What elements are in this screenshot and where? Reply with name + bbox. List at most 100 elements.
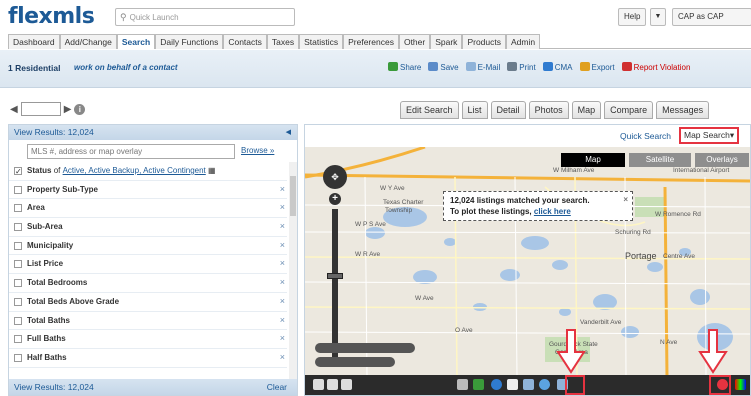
work-on-behalf-link[interactable]: work on behalf of a contact <box>74 63 178 72</box>
action-label: CMA <box>554 63 573 72</box>
criteria-item-half-baths[interactable]: Half Baths × <box>9 349 287 368</box>
print-action[interactable]: Print <box>507 62 536 72</box>
map-canvas[interactable]: Map Satellite Overlays W Milham Ave Inte… <box>305 147 750 377</box>
view-tab-compare[interactable]: Compare <box>604 101 654 119</box>
arrow-left-icon[interactable] <box>313 379 324 390</box>
remove-criteria-icon[interactable]: × <box>280 315 285 325</box>
browse-link[interactable]: Browse » <box>241 146 274 155</box>
criteria-item-property-sub-type[interactable]: Property Sub-Type × <box>9 181 287 200</box>
view-tab-list[interactable]: List <box>461 101 488 119</box>
criteria-item-total-bedrooms[interactable]: Total Bedrooms × <box>9 274 287 293</box>
nav-tab-taxes[interactable]: Taxes <box>266 34 300 49</box>
page-input[interactable] <box>20 102 61 116</box>
nav-tab-add-change[interactable]: Add/Change <box>59 34 117 49</box>
remove-criteria-icon[interactable]: × <box>280 333 285 343</box>
remove-criteria-icon[interactable]: × <box>280 184 285 194</box>
criteria-checkbox[interactable] <box>14 241 22 250</box>
nav-tab-contacts[interactable]: Contacts <box>223 34 267 49</box>
remove-criteria-icon[interactable]: × <box>280 296 285 306</box>
chevron-left-icon[interactable]: ◀ <box>10 104 18 115</box>
criteria-checkbox[interactable] <box>14 335 22 344</box>
criteria-search-row: MLS #, address or map overlay Browse » <box>9 140 297 162</box>
criteria-checkbox[interactable] <box>14 223 22 232</box>
criteria-checkbox[interactable] <box>14 353 22 362</box>
criteria-checkbox[interactable] <box>14 260 22 269</box>
map-search-dropdown[interactable]: Map Search▾ <box>679 127 740 144</box>
map-header: Quick Search Map Search▾ <box>305 125 750 147</box>
remove-criteria-icon[interactable]: × <box>280 258 285 268</box>
save-action[interactable]: Save <box>428 62 459 72</box>
remove-criteria-icon[interactable]: × <box>280 277 285 287</box>
nav-tab-products[interactable]: Products <box>462 34 506 49</box>
arrow-right-icon[interactable] <box>341 379 352 390</box>
flexmls-logo[interactable]: flexmls <box>8 4 95 29</box>
chevron-down-icon[interactable]: ▼ <box>650 8 666 26</box>
rectangle-icon[interactable] <box>523 379 534 390</box>
expand-icon[interactable] <box>327 379 338 390</box>
circle-draw-icon[interactable] <box>539 379 550 390</box>
action-links: Share Save E-Mail Print CMA Export Report Viol… <box>388 62 690 72</box>
criteria-item-total-baths[interactable]: Total Baths × <box>9 312 287 331</box>
calendar-icon[interactable]: ▦ <box>208 166 216 175</box>
nav-tab-spark[interactable]: Spark <box>430 34 463 49</box>
nav-tab-dashboard[interactable]: Dashboard <box>8 34 60 49</box>
criteria-label: Sub-Area <box>27 222 63 232</box>
status-values-link[interactable]: Active, Active Backup, Active Contingent <box>63 166 206 175</box>
criteria-item-status[interactable]: ✓ Status of Active, Active Backup, Active… <box>9 162 287 181</box>
remove-criteria-icon[interactable]: × <box>280 221 285 231</box>
criteria-item-list-price[interactable]: List Price × <box>9 255 287 275</box>
info-icon[interactable]: i <box>74 103 86 115</box>
nav-tab-daily-functions[interactable]: Daily Functions <box>155 34 224 49</box>
view-tab-edit-search[interactable]: Edit Search <box>400 101 459 119</box>
report-violation-action[interactable]: Report Violation <box>621 62 690 72</box>
search-criteria-panel: View Results: 12,024 ◀ MLS #, address or… <box>8 124 298 396</box>
user-menu-button[interactable]: CAP as CAP <box>672 8 751 26</box>
help-button[interactable]: Help <box>618 8 647 26</box>
nav-tab-search[interactable]: Search <box>116 34 156 49</box>
criteria-item-total-beds-above-grade[interactable]: Total Beds Above Grade × <box>9 293 287 312</box>
mls-search-input[interactable]: MLS #, address or map overlay <box>27 144 235 159</box>
status-checkbox[interactable]: ✓ <box>14 167 22 176</box>
cma-action[interactable]: CMA <box>542 62 573 72</box>
view-tab-map[interactable]: Map <box>571 101 602 119</box>
criteria-checkbox[interactable] <box>14 185 22 194</box>
share-action[interactable]: Share <box>388 62 421 72</box>
color-icon[interactable] <box>735 379 746 390</box>
clear-link[interactable]: Clear <box>267 379 287 395</box>
criteria-item-municipality[interactable]: Municipality × <box>9 237 287 256</box>
remove-criteria-icon[interactable]: × <box>280 202 285 212</box>
view-tab-messages[interactable]: Messages <box>656 101 710 119</box>
criteria-checkbox[interactable] <box>14 297 22 306</box>
remove-criteria-icon[interactable]: × <box>280 352 285 362</box>
scroll-thumb[interactable] <box>290 176 296 216</box>
layers-icon[interactable] <box>457 379 468 390</box>
quick-launch-input[interactable]: ⚲ Quick Launch <box>115 8 295 26</box>
collapse-arrow-icon[interactable]: ◀ <box>286 125 291 140</box>
view-tab-photos[interactable]: Photos <box>528 101 569 119</box>
quick-search-link[interactable]: Quick Search <box>620 131 671 141</box>
chevron-right-icon[interactable]: ▶ <box>64 104 72 115</box>
criteria-checkbox[interactable] <box>14 316 22 325</box>
view-results-footer[interactable]: View Results: 12,024 Clear <box>9 379 297 395</box>
criteria-item-sub-area[interactable]: Sub-Area × <box>9 218 287 237</box>
e-mail-action[interactable]: E-Mail <box>465 62 500 72</box>
criteria-item-full-baths[interactable]: Full Baths × <box>9 330 287 349</box>
view-tab-detail[interactable]: Detail <box>490 101 526 119</box>
nav-tab-preferences[interactable]: Preferences <box>343 34 399 49</box>
remove-criteria-icon[interactable]: × <box>280 240 285 250</box>
nav-tab-statistics[interactable]: Statistics <box>299 34 344 49</box>
nav-tab-other[interactable]: Other <box>398 34 431 49</box>
info-map-icon[interactable] <box>491 379 502 390</box>
view-results-header[interactable]: View Results: 12,024 ◀ <box>9 125 297 140</box>
criteria-label: Total Beds Above Grade <box>27 296 120 306</box>
view-tabs: Edit Search List Detail Photos Map Compare Mes… <box>400 101 710 119</box>
criteria-checkbox[interactable] <box>14 279 22 288</box>
chart-icon[interactable] <box>473 379 484 390</box>
highlight-box <box>709 375 731 395</box>
draw-icon[interactable] <box>507 379 518 390</box>
criteria-item-area[interactable]: Area × <box>9 199 287 219</box>
criteria-checkbox[interactable] <box>14 204 22 213</box>
scrollbar[interactable] <box>289 162 297 380</box>
nav-tab-admin[interactable]: Admin <box>505 34 541 49</box>
export-action[interactable]: Export <box>579 62 615 72</box>
